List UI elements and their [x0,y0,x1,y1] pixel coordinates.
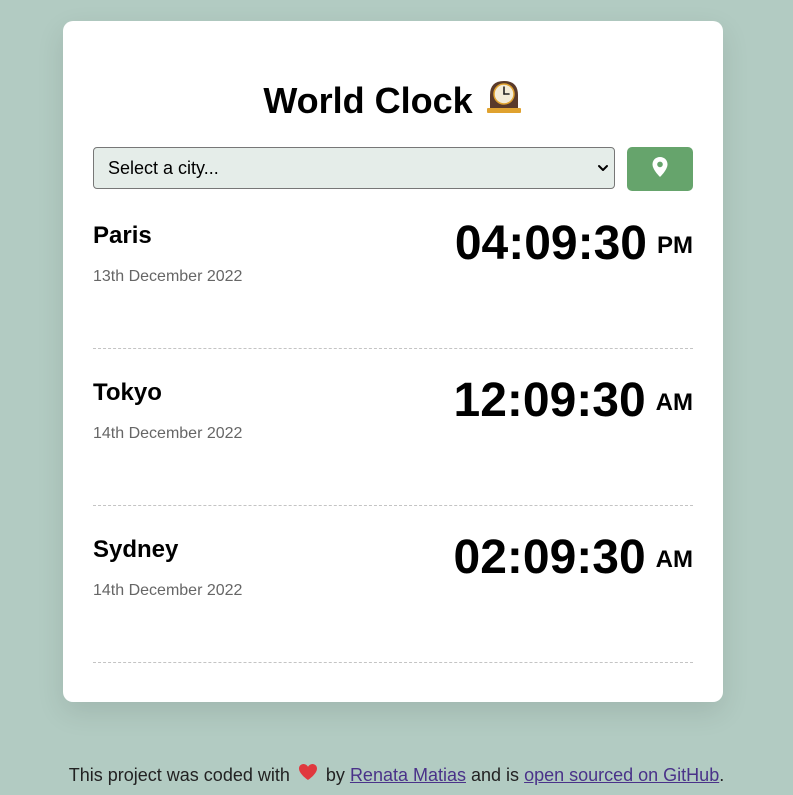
city-select[interactable]: Select a city... [93,147,615,189]
title-text: World Clock [263,80,473,121]
author-link[interactable]: Renata Matias [350,765,466,785]
city-select-value: Select a city... [108,158,219,178]
github-link[interactable]: open sourced on GitHub [524,765,719,785]
city-row: Paris 13th December 2022 04:09:30 PM [93,191,693,349]
time-ampm: PM [657,232,693,259]
city-date: 13th December 2022 [93,268,243,285]
city-date: 14th December 2022 [93,582,243,599]
chevron-down-icon [596,161,610,180]
map-pin-icon [651,156,669,183]
city-row: Sydney 14th December 2022 02:09:30 AM [93,505,693,663]
footer-middle: and is [471,765,520,785]
city-date: 14th December 2022 [93,425,243,442]
heart-icon [298,763,318,786]
time-value: 04:09:30 [454,217,647,270]
clock-card: World Clock Select a city... Paris 13th [63,21,723,702]
footer-by: by [325,765,345,785]
footer-end: . [719,765,725,785]
city-name: Sydney [93,536,179,563]
city-time: 12:09:30 AM [454,375,693,427]
page-title: World Clock [63,81,723,123]
footer-text: This project was coded with [68,765,290,785]
city-time: 04:09:30 PM [455,218,693,270]
time-ampm: AM [655,546,693,573]
city-row: Tokyo 14th December 2022 12:09:30 AM [93,348,693,506]
time-value: 02:09:30 [453,531,646,584]
time-value: 12:09:30 [453,374,646,427]
city-name: Paris [93,222,152,249]
footer: This project was coded with by Renata Ma… [0,764,793,786]
city-time: 02:09:30 AM [454,532,693,584]
time-ampm: AM [655,389,693,416]
city-name: Tokyo [93,379,162,406]
current-location-button[interactable] [627,147,693,191]
mantelpiece-clock-icon [485,77,523,123]
